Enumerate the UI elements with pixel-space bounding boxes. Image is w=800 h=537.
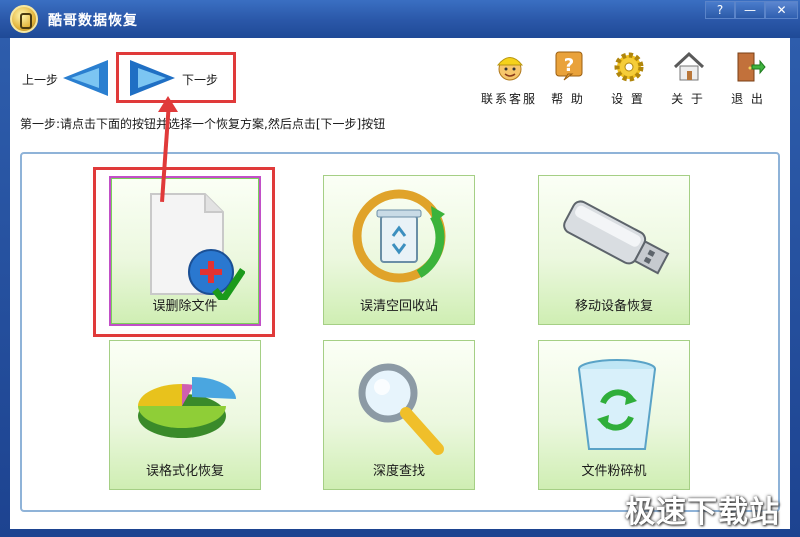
tile-mobile-device[interactable]: 移动设备恢复 <box>538 175 690 325</box>
toolbar-settings[interactable]: 设 置 <box>600 50 656 106</box>
toolbar-customer-service[interactable]: 联系客服 <box>481 50 537 106</box>
close-button[interactable]: ✕ <box>765 1 798 19</box>
watermark: 极速下载站 <box>625 495 780 530</box>
tile-format-recovery[interactable]: 误格式化恢复 <box>109 340 261 490</box>
minimize-button[interactable]: — <box>735 1 765 19</box>
tile-label: 文件粉碎机 <box>581 464 647 479</box>
instruction-text: 第一步:请点击下面的按钮并选择一个恢复方案,然后点击[下一步]按钮 <box>20 117 386 131</box>
home-icon <box>673 51 705 81</box>
window-title: 酷哥数据恢复 <box>48 13 138 29</box>
toolbar-label: 联系客服 <box>481 92 538 106</box>
svg-text:?: ? <box>564 55 574 76</box>
app-logo-icon <box>10 5 38 33</box>
toolbar-help[interactable]: ? 帮 助 <box>540 50 596 106</box>
recycle-bin-refresh-icon <box>352 189 446 283</box>
toolbar-label: 设 置 <box>611 92 645 106</box>
title-bar[interactable]: 酷哥数据恢复 ? — ✕ <box>0 0 800 38</box>
tile-recycle-bin[interactable]: 误清空回收站 <box>323 175 475 325</box>
tile-label: 误格式化恢复 <box>145 464 224 479</box>
tile-deep-search[interactable]: 深度查找 <box>323 340 475 490</box>
selected-tile-highlight <box>93 167 275 337</box>
toolbar-exit[interactable]: 退 出 <box>720 50 776 106</box>
usb-drive-icon <box>563 200 670 275</box>
tile-label: 误清空回收站 <box>359 299 438 314</box>
help-icon: ? <box>555 51 583 81</box>
tile-file-shredder[interactable]: 文件粉碎机 <box>538 340 690 490</box>
prev-arrow-icon[interactable] <box>63 60 108 96</box>
gear-icon <box>614 52 644 82</box>
shred-bin-icon <box>578 359 656 450</box>
help-window-button[interactable]: ? <box>705 1 735 19</box>
prev-step-label[interactable]: 上一步 <box>22 71 58 88</box>
pie-chart-icon <box>138 377 236 438</box>
magnifier-icon <box>358 363 444 455</box>
toolbar-label: 关 于 <box>671 92 705 106</box>
annotation-arrow-head-icon <box>158 96 178 112</box>
toolbar-label: 帮 助 <box>551 92 585 106</box>
exit-door-icon <box>737 52 766 82</box>
toolbar-label: 退 出 <box>731 92 765 106</box>
toolbar-about[interactable]: 关 于 <box>660 50 716 106</box>
tile-label: 深度查找 <box>372 464 425 479</box>
customer-service-icon <box>496 57 524 81</box>
tile-label: 移动设备恢复 <box>574 299 653 314</box>
